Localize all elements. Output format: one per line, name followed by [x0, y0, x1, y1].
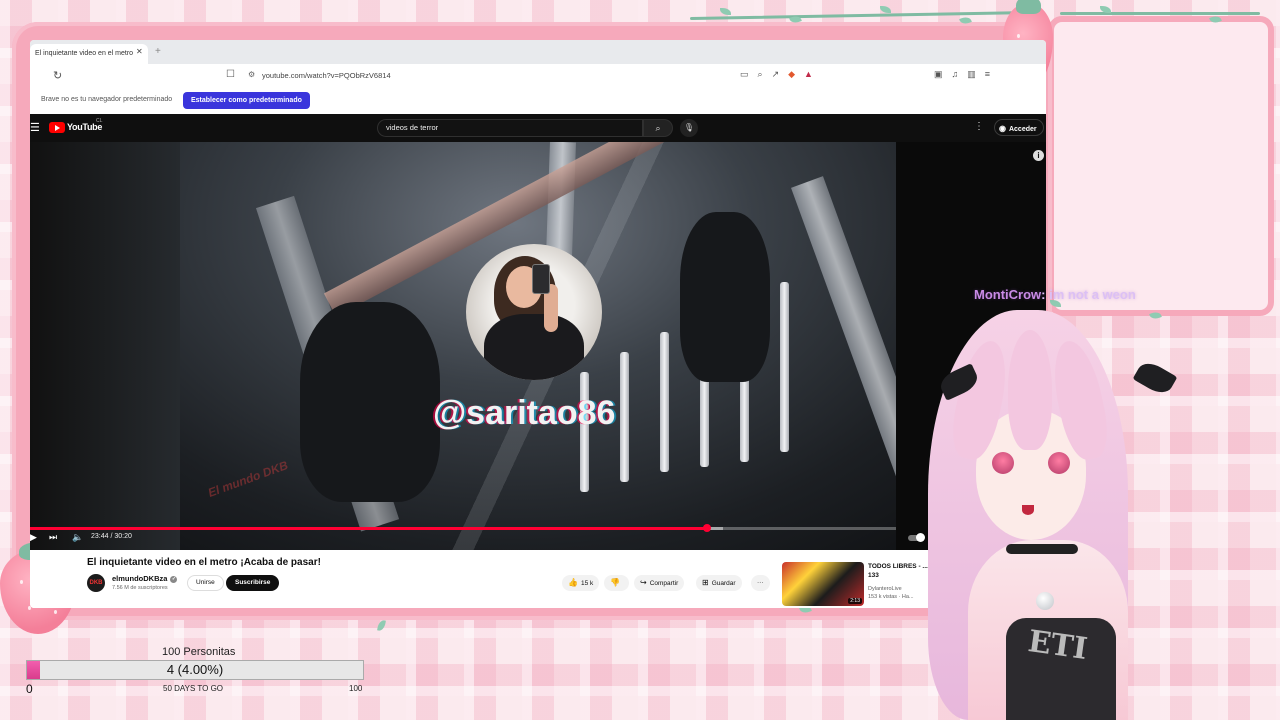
tab-bar: El inquietante video en el metro ✕ +	[30, 40, 1046, 64]
video-handle-watermark: @saritao86	[433, 394, 616, 432]
more-actions-button[interactable]: ···	[751, 575, 770, 591]
url-text: youtube.com/watch?v=PQObRzV6814	[262, 71, 391, 80]
reload-icon[interactable]: ↻	[53, 69, 62, 82]
tab-title: El inquietante video en el metro	[35, 50, 134, 57]
save-label: Guardar	[711, 580, 736, 587]
recommended-thumbnail[interactable]: 2:13	[782, 562, 864, 606]
video-scene-baluster	[620, 352, 629, 482]
hair-bow-icon	[1132, 358, 1178, 398]
toolbar-actions: ▣♫▥≡	[934, 69, 999, 80]
sidebar-icon[interactable]: ▣	[934, 69, 952, 79]
more-actions-label: ···	[757, 579, 764, 586]
goal-progress-text: 4 (4.00%)	[166, 662, 224, 677]
split-view-icon[interactable]: ▥	[967, 69, 985, 79]
join-button[interactable]: Unirse	[187, 575, 224, 591]
video-info-icon[interactable]: i	[1033, 150, 1044, 161]
new-tab-icon[interactable]: +	[155, 46, 161, 57]
video-scene-baluster	[660, 332, 669, 472]
youtube-logo-icon[interactable]	[49, 122, 65, 133]
save-button[interactable]: ⊞ Guardar	[696, 575, 742, 591]
default-browser-infobar: Brave no es tu navegador predeterminado …	[30, 88, 1046, 114]
video-scene-baluster	[780, 282, 789, 452]
signin-label: Acceder	[1008, 126, 1037, 133]
leaf-decoration	[720, 8, 731, 15]
save-icon: ⊞	[702, 578, 709, 587]
address-bar-actions: ▭⌕↗◆▲	[740, 69, 822, 80]
thumbs-up-icon: 👍	[568, 578, 578, 587]
vine-decoration	[689, 11, 1031, 20]
progress-bar[interactable]	[30, 524, 896, 532]
cast-icon[interactable]: ▭	[740, 69, 758, 79]
profile-photo-overlay	[466, 244, 602, 380]
video-scene-figure	[300, 302, 440, 502]
signin-button[interactable]: ◉ Acceder	[994, 119, 1044, 136]
share-arrow-icon: ↪	[640, 578, 647, 587]
zoom-icon[interactable]: ⌕	[758, 69, 772, 79]
vine-decoration	[1060, 12, 1260, 15]
goal-progress-bar: 4 (4.00%)	[26, 660, 364, 680]
thumbs-down-icon: 👎	[610, 578, 620, 587]
video-title: El inquietante video en el metro ¡Acaba …	[87, 557, 321, 568]
set-default-button[interactable]: Establecer como predeterminado	[183, 92, 310, 109]
search-query: videos de terror	[386, 123, 439, 132]
like-button[interactable]: 👍 15 k	[562, 575, 600, 591]
share-button[interactable]: ↪ Compartir	[634, 575, 685, 591]
video-scene-figure	[680, 212, 770, 382]
bookmark-icon[interactable]: ☐	[226, 69, 235, 80]
brave-shield-icon[interactable]: ◆	[788, 69, 804, 79]
subscriber-count: 7.56 M de suscriptores	[112, 585, 168, 591]
leaf-decoration	[377, 619, 386, 632]
verified-icon: ✓	[170, 575, 178, 583]
menu-icon[interactable]: ≡	[985, 69, 999, 79]
tab-youtube-video[interactable]: El inquietante video en el metro	[30, 44, 148, 64]
channel-watermark: El mundo DKB	[206, 458, 290, 500]
infobar-message: Brave no es tu navegador predeterminado	[41, 96, 173, 103]
subscribe-button[interactable]: Suscribirse	[226, 575, 280, 591]
site-info-icon[interactable]: ⚙	[248, 70, 255, 79]
dislike-button[interactable]: 👎	[604, 575, 629, 591]
leaf-decoration	[880, 6, 891, 13]
search-input[interactable]: videos de terror	[377, 119, 643, 137]
video-scene-wall	[30, 142, 180, 550]
country-code: CL	[96, 118, 103, 124]
close-tab-icon[interactable]: ✕	[136, 47, 143, 56]
voice-search-button[interactable]: 🎙	[680, 119, 698, 137]
address-bar: ↻ ☐ ⚙ youtube.com/watch?v=PQObRzV6814 ▭⌕…	[30, 64, 1046, 89]
share-label: Compartir	[649, 580, 679, 587]
goal-title: 100 Personitas	[162, 646, 236, 658]
goal-days-label: 50 DAYS TO GO	[163, 684, 224, 693]
like-count: 15 k	[580, 580, 594, 587]
youtube-header: ☰ YouTube CL videos de terror ⌕ 🎙 ⋮ ◉ Acc…	[30, 114, 1046, 142]
progress-fill	[30, 527, 708, 530]
next-video-icon[interactable]: ⏭	[49, 532, 57, 543]
channel-name-row[interactable]: elmundoDKBza ✓	[112, 574, 178, 583]
search-button[interactable]: ⌕	[643, 119, 673, 137]
brave-rewards-icon[interactable]: ▲	[804, 69, 822, 79]
camera-frame	[1048, 16, 1274, 316]
hamburger-menu-icon[interactable]: ☰	[30, 121, 40, 134]
vtuber-avatar: ETI	[858, 300, 1178, 720]
volume-icon[interactable]: 🔈	[72, 532, 83, 543]
account-icon: ◉	[999, 124, 1006, 133]
more-options-icon[interactable]: ⋮	[974, 121, 984, 132]
goal-max-label: 100	[349, 684, 363, 693]
microphone-icon: 🎙	[683, 123, 695, 132]
share-icon[interactable]: ↗	[772, 69, 789, 79]
media-icon[interactable]: ♫	[952, 69, 968, 79]
play-icon[interactable]: ▶	[30, 532, 37, 543]
video-frame[interactable]: @saritao86 El mundo DKB	[30, 142, 896, 550]
channel-avatar[interactable]: DKB	[87, 574, 105, 592]
channel-name: elmundoDKBza	[112, 574, 168, 583]
search-icon: ⌕	[655, 123, 661, 133]
time-display: 23:44 / 30:20	[91, 533, 132, 540]
goal-min-label: 0	[26, 682, 33, 696]
